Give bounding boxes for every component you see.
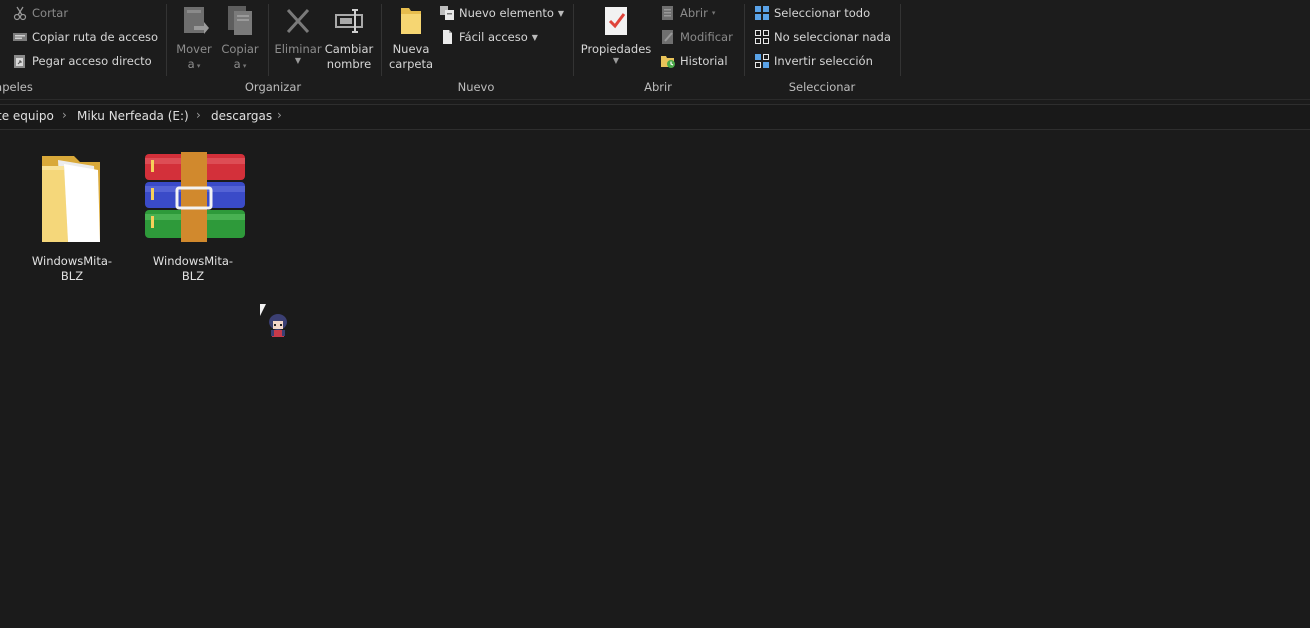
edit-button[interactable]: Modificar bbox=[660, 27, 733, 47]
open-button[interactable]: Abrir ▾ bbox=[660, 3, 715, 23]
new-folder-icon bbox=[395, 4, 427, 38]
edit-label: Modificar bbox=[680, 30, 733, 44]
rename-button[interactable]: Cambiar nombre bbox=[323, 4, 375, 72]
chevron-down-icon: ▾ bbox=[711, 9, 716, 17]
chevron-right-icon[interactable]: › bbox=[196, 108, 201, 122]
chevron-right-icon[interactable]: › bbox=[277, 108, 282, 122]
ribbon-separator bbox=[573, 4, 574, 76]
paste-shortcut-icon bbox=[12, 53, 28, 69]
new-folder-label-2: carpeta bbox=[388, 57, 434, 71]
organize-group-label: Organizar bbox=[244, 80, 302, 94]
folder-icon bbox=[22, 150, 122, 248]
ribbon: Cortar Copiar ruta de acceso Pegar acces… bbox=[0, 0, 1310, 100]
paste-shortcut-button[interactable]: Pegar acceso directo bbox=[12, 51, 152, 71]
history-label: Historial bbox=[680, 54, 728, 68]
copy-to-label: Copiar bbox=[221, 42, 259, 56]
ribbon-separator bbox=[268, 4, 269, 76]
new-folder-button[interactable]: Nueva carpeta bbox=[385, 4, 437, 72]
rename-label-2: nombre bbox=[326, 57, 372, 71]
paste-shortcut-label: Pegar acceso directo bbox=[32, 54, 152, 68]
select-none-icon bbox=[754, 29, 770, 45]
file-name: WindowsMita- BLZ bbox=[143, 254, 243, 284]
address-bar[interactable]: te equipo › Miku Nerfeada (E:) › descarg… bbox=[0, 104, 1310, 130]
open-label: Abrir bbox=[680, 6, 708, 20]
cut-button[interactable]: Cortar bbox=[12, 3, 68, 23]
copy-path-button[interactable]: Copiar ruta de acceso bbox=[12, 27, 158, 47]
winrar-archive-icon bbox=[143, 150, 245, 248]
new-item-label: Nuevo elemento bbox=[459, 6, 554, 20]
ribbon-separator bbox=[900, 4, 901, 76]
breadcrumb-drive[interactable]: Miku Nerfeada (E:) bbox=[77, 109, 189, 123]
open-icon bbox=[660, 5, 676, 21]
invert-selection-button[interactable]: Invertir selección bbox=[754, 51, 873, 71]
rename-label: Cambiar bbox=[324, 42, 374, 56]
chevron-down-icon: ▼ bbox=[294, 56, 302, 65]
select-none-label: No seleccionar nada bbox=[774, 30, 891, 44]
properties-check-icon bbox=[600, 4, 632, 38]
file-name-line2: BLZ bbox=[181, 269, 205, 283]
ribbon-border bbox=[0, 99, 1310, 100]
copy-to-label-2: a bbox=[233, 57, 241, 71]
easy-access-button[interactable]: Fácil acceso ▼ bbox=[439, 27, 538, 47]
file-name-line2: BLZ bbox=[60, 269, 84, 283]
properties-button[interactable]: Propiedades ▼ bbox=[578, 4, 654, 65]
open-group-label: Abrir bbox=[644, 80, 672, 94]
delete-button[interactable]: Eliminar ▼ bbox=[272, 4, 324, 65]
chevron-down-icon: ▼ bbox=[531, 32, 538, 42]
move-to-label-2: a bbox=[187, 57, 195, 71]
move-to-button[interactable]: Mover a ▾ bbox=[168, 4, 220, 74]
chevron-down-icon: ▼ bbox=[557, 8, 565, 18]
invert-selection-label: Invertir selección bbox=[774, 54, 873, 68]
breadcrumb-this-pc[interactable]: te equipo bbox=[0, 109, 54, 123]
copy-path-label: Copiar ruta de acceso bbox=[32, 30, 159, 44]
new-item-button[interactable]: Nuevo elemento ▼ bbox=[439, 3, 564, 23]
easy-access-icon bbox=[439, 29, 455, 45]
ribbon-separator bbox=[744, 4, 745, 76]
new-folder-label: Nueva bbox=[392, 42, 430, 56]
breadcrumb-descargas[interactable]: descargas bbox=[211, 109, 272, 123]
select-group-label: Seleccionar bbox=[788, 80, 856, 94]
properties-label: Propiedades bbox=[580, 42, 652, 56]
cut-label: Cortar bbox=[32, 6, 69, 20]
file-name-line1: WindowsMita- bbox=[152, 254, 234, 268]
delete-label: Eliminar bbox=[274, 42, 322, 56]
chevron-down-icon: ▼ bbox=[612, 56, 620, 65]
ribbon-separator bbox=[166, 4, 167, 76]
select-none-button[interactable]: No seleccionar nada bbox=[754, 27, 891, 47]
select-all-button[interactable]: Seleccionar todo bbox=[754, 3, 870, 23]
history-icon bbox=[660, 53, 676, 69]
file-item-folder[interactable]: WindowsMita- BLZ bbox=[22, 150, 122, 284]
file-name-line1: WindowsMita- bbox=[31, 254, 113, 268]
delete-x-icon bbox=[282, 4, 314, 38]
ribbon-separator bbox=[381, 4, 382, 76]
file-list: WindowsMita- BLZ WindowsMita- BLZ bbox=[0, 130, 1310, 628]
copy-path-icon bbox=[12, 29, 28, 45]
select-all-icon bbox=[754, 5, 770, 21]
rename-icon bbox=[333, 4, 365, 38]
move-to-label: Mover bbox=[176, 42, 212, 56]
scissors-icon bbox=[12, 5, 28, 21]
copy-to-button[interactable]: Copiar a ▾ bbox=[214, 4, 266, 74]
invert-selection-icon bbox=[754, 53, 770, 69]
file-item-archive[interactable]: WindowsMita- BLZ bbox=[143, 150, 245, 284]
new-group-label: Nuevo bbox=[457, 80, 495, 94]
move-to-icon bbox=[178, 4, 210, 38]
chevron-right-icon[interactable]: › bbox=[62, 108, 67, 122]
cursor-character-icon bbox=[266, 312, 290, 340]
file-name: WindowsMita- BLZ bbox=[22, 254, 122, 284]
edit-icon bbox=[660, 29, 676, 45]
copy-to-icon bbox=[224, 4, 256, 38]
clipboard-group-label: apeles bbox=[0, 80, 33, 94]
easy-access-label: Fácil acceso bbox=[459, 30, 528, 44]
select-all-label: Seleccionar todo bbox=[774, 6, 871, 20]
new-item-icon bbox=[439, 5, 455, 21]
history-button[interactable]: Historial bbox=[660, 51, 728, 71]
